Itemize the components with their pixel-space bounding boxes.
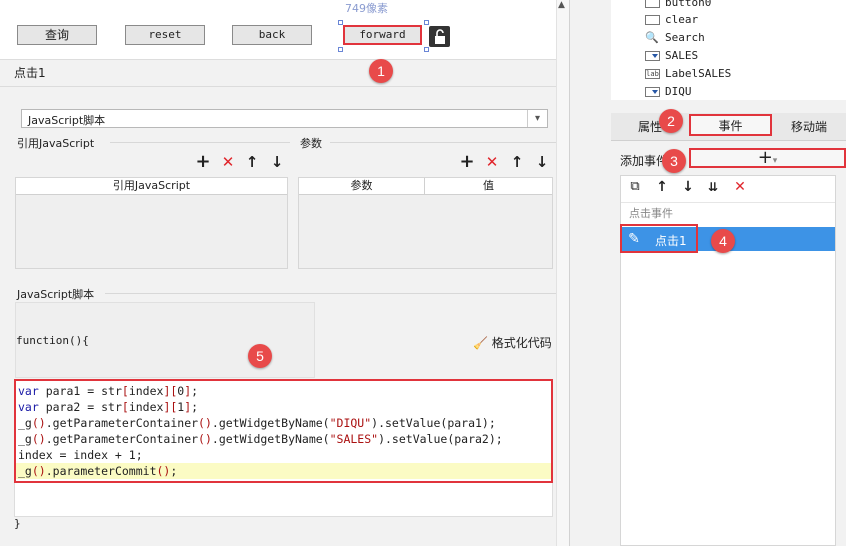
ref-js-section-title: 引用JavaScript [17,137,95,150]
back-button[interactable]: back [232,25,312,45]
delete-icon[interactable]: ✕ [220,154,236,170]
divider [330,142,556,143]
move-down-icon[interactable]: ↓ [269,154,285,170]
copy-icon[interactable]: ⧉ [627,179,643,195]
ref-js-column-header: 引用JavaScript [16,178,287,195]
button-icon [645,15,660,25]
broom-icon: 🧹 [473,336,488,350]
chevron-down-icon[interactable]: ▾ [527,110,547,127]
code-line: var para2 = str[index][1]; [18,400,199,414]
selection-handle[interactable] [424,47,429,52]
plus-icon: + [757,147,773,168]
event-group-title: 点击事件 [621,202,835,224]
pixel-width-label: 749像素 [345,2,388,15]
widget-item-clear[interactable]: clear [645,12,699,28]
forward-button[interactable]: forward [343,25,422,45]
move-up-icon[interactable]: ↑ [654,179,670,195]
divider [0,86,556,87]
combo-icon [645,87,660,97]
code-editor[interactable]: var para1 = str[index][0]; var para2 = s… [14,379,553,483]
widget-item-button0[interactable]: button0 [645,0,712,11]
widget-item-label: SALES [665,49,699,62]
query-button[interactable]: 查询 [17,25,97,45]
design-canvas: 查询 reset back forward 749像素 [0,0,556,60]
widget-item-labelsales[interactable]: lab LabelSALES [645,66,732,82]
params-section-title: 参数 [300,137,322,150]
event-type-select-value: JavaScript脚本 [28,114,106,127]
delete-icon[interactable]: ✕ [732,179,748,195]
panel-tabs: 属性 事件 移动端 [611,113,846,141]
label-icon: lab [645,69,660,79]
step-badge: 1 [369,59,393,83]
value-column-header: 值 [425,178,552,195]
edit-icon[interactable]: ✎ [624,229,644,249]
code-editor-tail [14,483,553,517]
widget-item-sales[interactable]: SALES [645,48,699,64]
add-icon[interactable]: + [195,153,211,171]
unlock-icon[interactable] [429,26,450,47]
move-down-icon[interactable]: ↓ [680,179,696,195]
step-badge: 4 [711,229,735,253]
param-column-header: 参数 [299,178,425,195]
widget-item-label: button0 [665,0,712,9]
params-table[interactable]: 参数 值 [298,177,553,269]
divider [110,142,290,143]
move-up-param-icon[interactable]: ↑ [509,154,525,170]
code-line-current: _g().parameterCommit(); [16,463,551,479]
event-item-label: 点击1 [655,234,687,248]
widget-item-diqu[interactable]: DIQU [645,84,692,100]
add-event-button[interactable]: +▾ [689,148,846,168]
search-icon: 🔍 [645,30,660,44]
step-badge: 2 [659,109,683,133]
widget-item-label: DIQU [665,85,692,98]
vertical-scrollbar[interactable] [556,0,569,546]
code-line: var para1 = str[index][0]; [18,384,199,398]
tab-mobile[interactable]: 移动端 [772,113,846,141]
delete-param-icon[interactable]: ✕ [484,154,500,170]
code-line: _g().getParameterContainer().getWidgetBy… [18,416,496,430]
step-badge: 3 [662,149,686,173]
widget-item-label: clear [665,13,699,26]
dropdown-arrow-icon: ▾ [772,156,778,166]
ref-js-table[interactable]: 引用JavaScript [15,177,288,269]
step-badge: 5 [248,344,272,368]
script-section-title: JavaScript脚本 [17,288,95,301]
code-line: _g().getParameterContainer().getWidgetBy… [18,432,503,446]
add-param-icon[interactable]: + [459,153,475,171]
tab-events[interactable]: 事件 [689,114,772,136]
event-name-label: 点击1 [14,66,46,80]
widget-item-search[interactable]: 🔍 Search [645,30,705,46]
event-type-select[interactable]: JavaScript脚本 ▾ [21,109,548,128]
divider [105,293,556,294]
reset-button[interactable]: reset [125,25,205,45]
scroll-up-icon[interactable]: ▲ [558,0,565,10]
function-header: function(){ [16,334,89,347]
selection-handle[interactable] [338,47,343,52]
move-up-icon[interactable]: ↑ [244,154,260,170]
code-line: index = index + 1; [18,448,143,462]
widget-item-label: LabelSALES [665,67,732,80]
selection-handle[interactable] [338,20,343,25]
widget-item-label: Search [665,31,705,44]
closing-brace: } [14,517,21,530]
move-down-param-icon[interactable]: ↓ [534,154,550,170]
format-code-button[interactable]: 🧹 格式化代码 [473,334,552,351]
combo-icon [645,51,660,61]
format-code-label: 格式化代码 [491,336,552,350]
add-event-label: 添加事件 [620,154,669,168]
button-icon [645,0,660,8]
selection-handle[interactable] [424,20,429,25]
move-bottom-icon[interactable]: ⇊ [705,179,721,195]
